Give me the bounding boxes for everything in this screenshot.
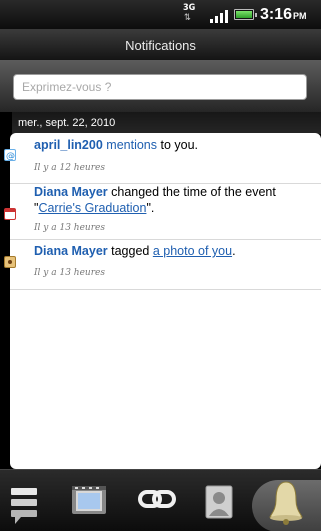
notification-sender[interactable]: april_lin200 [34, 138, 103, 152]
mention-icon: @ [4, 149, 16, 161]
contact-card-icon [205, 485, 233, 519]
notification-item[interactable]: Diana Mayer changed the time of the even… [4, 184, 321, 239]
notification-item[interactable]: @ april_lin200 mentions to you. Il y a 1… [4, 133, 321, 183]
notification-text: to you. [157, 138, 199, 152]
tab-updates[interactable] [6, 470, 46, 531]
tab-contacts[interactable] [198, 470, 242, 531]
calendar-icon [4, 208, 16, 220]
tab-media[interactable] [66, 470, 116, 531]
notification-list: @ april_lin200 mentions to you. Il y a 1… [4, 133, 321, 469]
clock-ampm: PM [293, 11, 307, 21]
link-icon [138, 490, 176, 508]
clock-time: 3:16 [260, 6, 293, 23]
bottom-tab-bar [0, 469, 321, 531]
svg-text:@: @ [6, 152, 15, 161]
notification-sender[interactable]: Diana Mayer [34, 244, 108, 258]
notification-text: . [232, 244, 236, 258]
title-bar: Notifications [0, 30, 321, 60]
clock: 3:16PM [260, 5, 307, 26]
signal-strength-icon [208, 7, 230, 23]
photo-icon [4, 256, 16, 268]
notification-sender[interactable]: Diana Mayer [34, 185, 108, 199]
film-icon [72, 486, 106, 514]
photo-link[interactable]: a photo of you [153, 244, 232, 258]
3g-data-icon: 3G ⇅ [183, 3, 196, 23]
page-title: Notifications [125, 37, 196, 53]
tab-notifications[interactable] [256, 470, 316, 531]
mentions-link[interactable]: mentions [106, 138, 157, 152]
divider [10, 289, 321, 290]
status-input[interactable]: Exprimez-vous ? [13, 74, 307, 100]
notification-time: Il y a 13 heures [34, 268, 105, 278]
status-update-area: Exprimez-vous ? [0, 60, 321, 112]
notification-item[interactable]: Diana Mayer tagged a photo of you. Il y … [4, 240, 321, 290]
bell-icon [269, 481, 303, 525]
notification-time: Il y a 12 heures [34, 163, 105, 173]
network-type: 3G [183, 3, 196, 13]
status-bar: 3G ⇅ 3:16PM [0, 0, 321, 30]
updates-icon [11, 488, 37, 524]
battery-icon [234, 9, 257, 20]
notification-text: ". [146, 201, 155, 215]
tab-links[interactable] [132, 470, 182, 531]
date-header: mer., sept. 22, 2010 [12, 112, 321, 134]
notification-time: Il y a 13 heures [34, 223, 105, 233]
notification-text: tagged [107, 244, 153, 258]
event-link[interactable]: Carrie's Graduation [38, 201, 146, 215]
